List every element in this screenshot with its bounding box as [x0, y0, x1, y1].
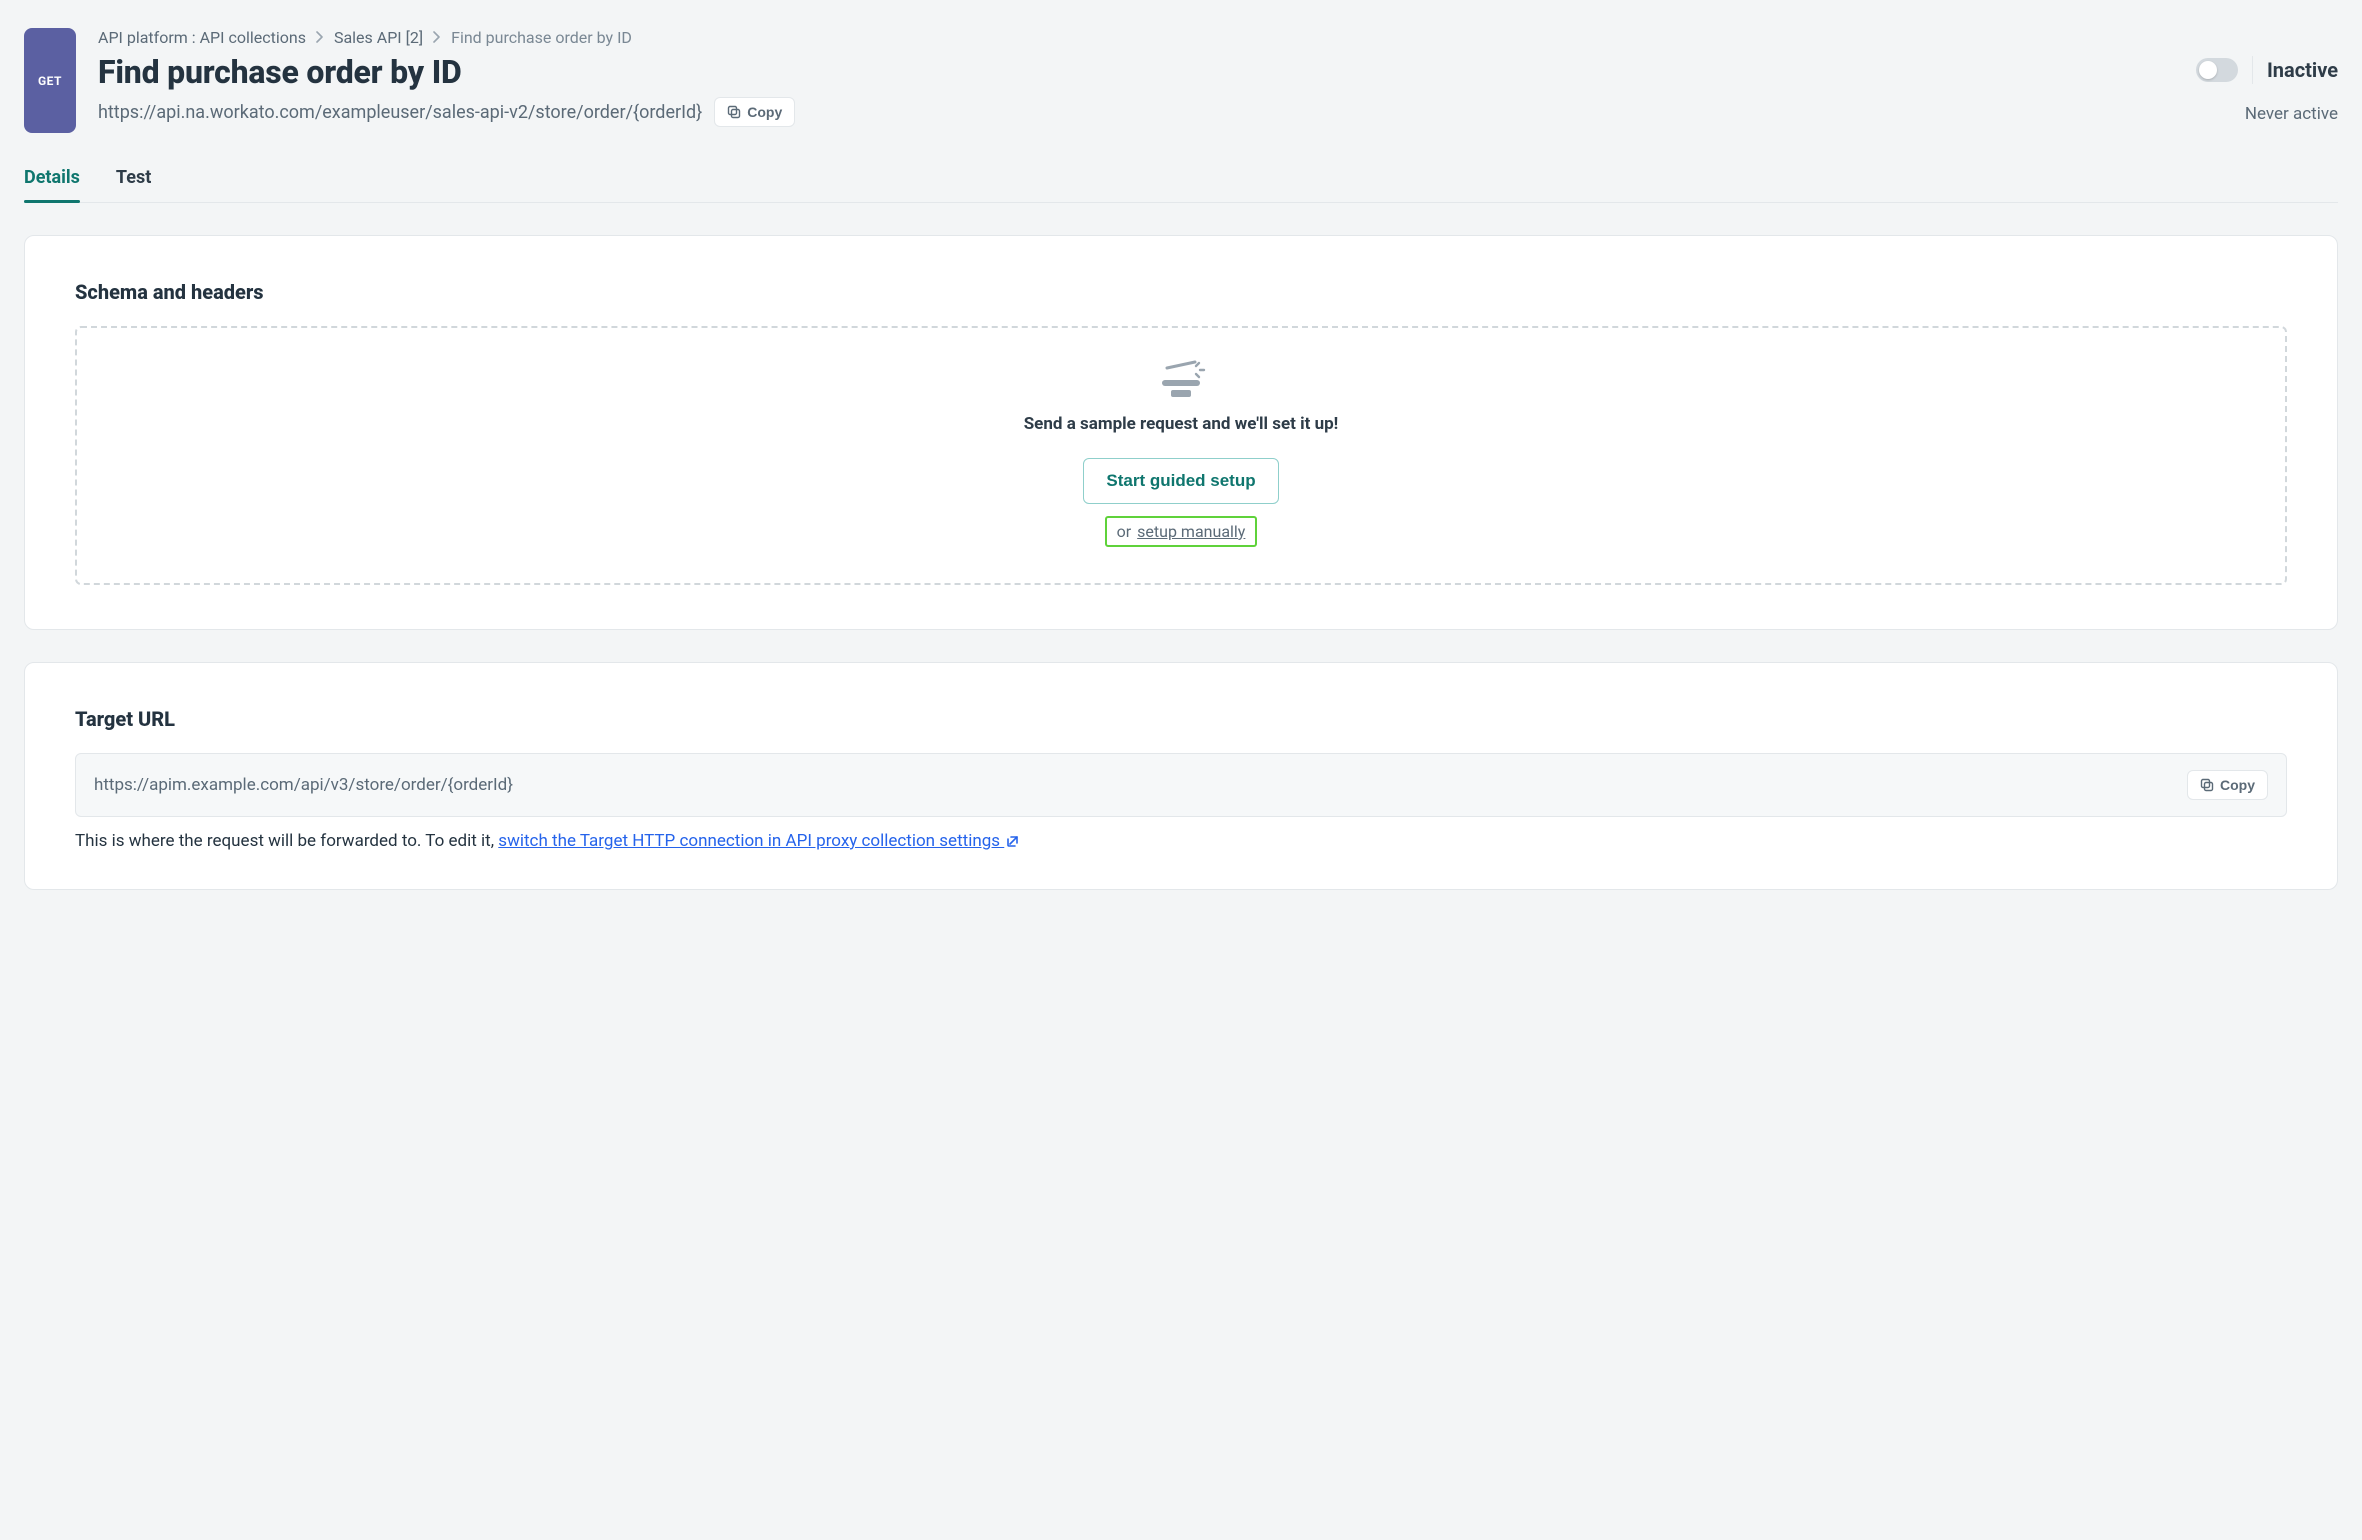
- schema-empty-state: Send a sample request and we'll set it u…: [75, 326, 2287, 585]
- endpoint-url: https://api.na.workato.com/exampleuser/s…: [98, 102, 702, 123]
- active-state-label: Inactive: [2267, 58, 2338, 82]
- active-toggle-row: Inactive: [2168, 56, 2338, 84]
- target-url-value: https://apim.example.com/api/v3/store/or…: [94, 775, 513, 795]
- schema-card: Schema and headers Send a sample request…: [24, 235, 2338, 630]
- breadcrumb-sales-api[interactable]: Sales API [2]: [334, 28, 423, 47]
- page-title: Find purchase order by ID: [98, 53, 2168, 91]
- target-url-box: https://apim.example.com/api/v3/store/or…: [75, 753, 2287, 817]
- header-main: API platform : API collections Sales API…: [76, 28, 2168, 127]
- target-url-help: This is where the request will be forwar…: [75, 831, 2287, 851]
- copy-target-url-button[interactable]: Copy: [2187, 770, 2268, 800]
- chevron-right-icon: [316, 28, 324, 47]
- magic-wand-icon: [97, 358, 2265, 402]
- endpoint-url-row: https://api.na.workato.com/exampleuser/s…: [98, 97, 2168, 127]
- target-help-prefix: This is where the request will be forwar…: [75, 831, 498, 851]
- external-link-icon: [1006, 834, 1020, 848]
- copy-button-label: Copy: [747, 104, 782, 120]
- breadcrumb-current: Find purchase order by ID: [451, 28, 632, 47]
- target-url-card: Target URL https://apim.example.com/api/…: [24, 662, 2338, 890]
- vertical-divider: [2252, 56, 2253, 84]
- copy-icon: [2200, 778, 2214, 792]
- breadcrumb-api-collections[interactable]: API platform : API collections: [98, 28, 306, 47]
- tab-test[interactable]: Test: [116, 167, 151, 202]
- copy-icon: [727, 105, 741, 119]
- last-active-label: Never active: [2168, 104, 2338, 124]
- copy-button-label: Copy: [2220, 777, 2255, 793]
- setup-manually-row: or setup manually: [1105, 516, 1258, 547]
- http-method-badge: GET: [24, 28, 76, 133]
- header-side: Inactive Never active: [2168, 28, 2338, 124]
- or-prefix: or: [1117, 522, 1132, 541]
- chevron-right-icon: [433, 28, 441, 47]
- active-toggle[interactable]: [2196, 58, 2238, 82]
- tab-bar: Details Test: [24, 167, 2338, 203]
- start-guided-setup-button[interactable]: Start guided setup: [1083, 458, 1278, 504]
- setup-manually-link[interactable]: setup manually: [1137, 522, 1245, 541]
- page-header: GET API platform : API collections Sales…: [24, 28, 2338, 133]
- tab-details[interactable]: Details: [24, 167, 80, 202]
- schema-card-title: Schema and headers: [75, 280, 2287, 304]
- copy-endpoint-url-button[interactable]: Copy: [714, 97, 795, 127]
- switch-target-connection-link[interactable]: switch the Target HTTP connection in API…: [498, 831, 1020, 851]
- target-url-title: Target URL: [75, 707, 2287, 731]
- schema-prompt-text: Send a sample request and we'll set it u…: [97, 414, 2265, 434]
- breadcrumb: API platform : API collections Sales API…: [98, 28, 2168, 47]
